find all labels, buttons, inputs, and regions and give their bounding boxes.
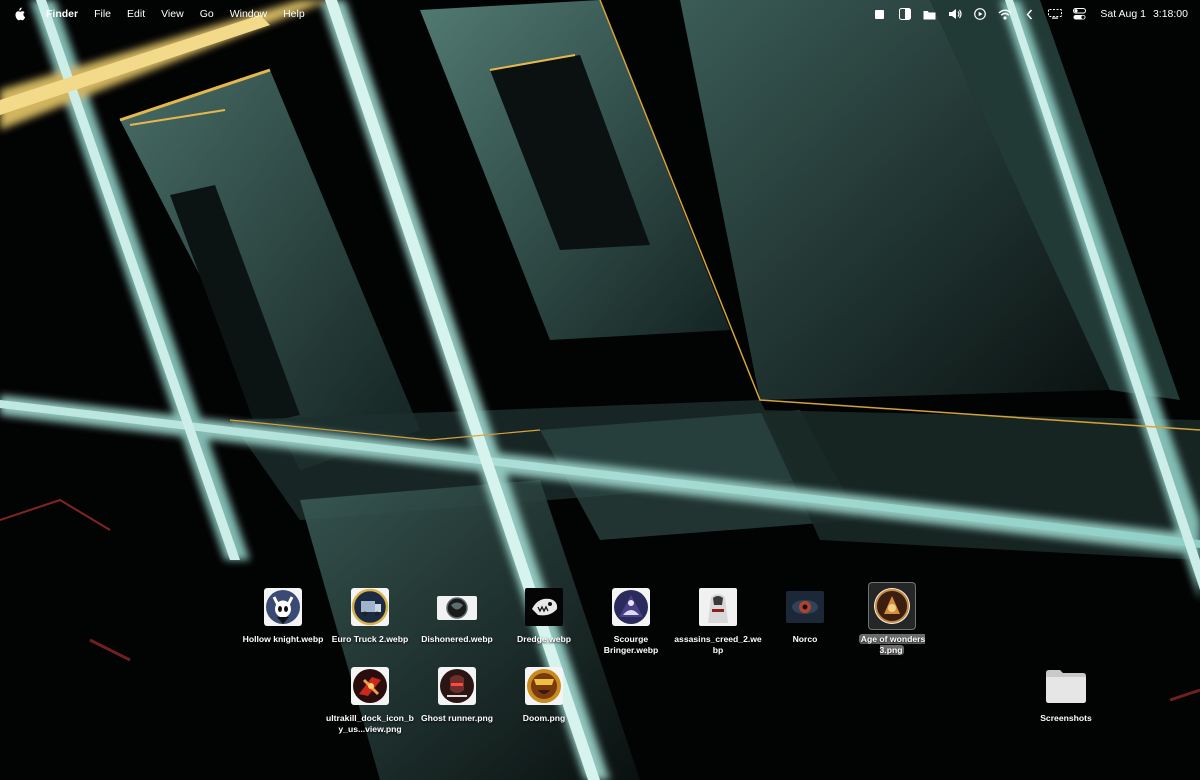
menu-view[interactable]: View xyxy=(153,0,192,28)
sidebar-icon[interactable] xyxy=(892,0,917,28)
desktop-folder-screenshots[interactable]: Screenshots xyxy=(1021,664,1111,724)
file-label: Scourge Bringer.webp xyxy=(603,634,659,655)
desktop-file-scourge-bringer[interactable]: Scourge Bringer.webp xyxy=(586,585,676,656)
file-label: Dishonered.webp xyxy=(421,634,493,644)
desktop-file-euro-truck[interactable]: Euro Truck 2.webp xyxy=(325,585,415,645)
file-label: Doom.png xyxy=(522,713,566,723)
desktop-file-age-of-wonders[interactable]: Age of wonders 3.png xyxy=(847,582,937,656)
menu-clock[interactable]: Sat Aug 1 3:18:00 xyxy=(1092,8,1188,20)
desktop-wallpaper xyxy=(0,0,1200,780)
control-center-icon[interactable] xyxy=(1067,0,1092,28)
dredge-icon xyxy=(522,585,566,629)
play-circle-icon[interactable] xyxy=(967,0,992,28)
folder-icon xyxy=(1044,664,1088,708)
folder-label: Screenshots xyxy=(1040,713,1092,723)
file-label: Dredge.webp xyxy=(517,634,571,644)
folder-icon[interactable] xyxy=(917,0,942,28)
volume-icon[interactable] xyxy=(942,0,967,28)
desktop-file-dredge[interactable]: Dredge.webp xyxy=(499,585,589,645)
desktop-file-ghost-runner[interactable]: Ghost runner.png xyxy=(412,664,502,724)
desktop-file-dishonored[interactable]: Dishonered.webp xyxy=(412,585,502,645)
clock-time: 3:18:00 xyxy=(1152,8,1188,20)
file-label: Euro Truck 2.webp xyxy=(331,634,409,644)
display-icon[interactable] xyxy=(1042,0,1067,28)
age-of-wonders-icon xyxy=(868,582,916,630)
ultrakill-icon xyxy=(348,664,392,708)
wifi-icon[interactable] xyxy=(992,0,1017,28)
norco-icon xyxy=(783,585,827,629)
stop-icon[interactable] xyxy=(867,0,892,28)
scourge-bringer-icon xyxy=(609,585,653,629)
dishonored-icon xyxy=(435,585,479,629)
euro-truck-icon xyxy=(348,585,392,629)
desktop-file-assassins-creed[interactable]: assasins_creed_2.webp xyxy=(673,585,763,656)
file-label: ultrakill_dock_icon_by_us...view.png xyxy=(326,713,414,734)
desktop-file-ultrakill[interactable]: ultrakill_dock_icon_by_us...view.png xyxy=(325,664,415,735)
clock-date: Sat Aug 1 xyxy=(1100,8,1146,20)
desktop-file-norco[interactable]: Norco xyxy=(760,585,850,645)
apple-icon[interactable] xyxy=(0,0,38,28)
desktop-file-hollow-knight[interactable]: Hollow knight.webp xyxy=(238,585,328,645)
file-label: Ghost runner.png xyxy=(420,713,494,723)
chevron-left-icon[interactable] xyxy=(1017,0,1042,28)
menu-file[interactable]: File xyxy=(86,0,119,28)
menu-help[interactable]: Help xyxy=(275,0,313,28)
menu-bar: Finder File Edit View Go Window Help Sat… xyxy=(0,0,1200,28)
assassins-creed-icon xyxy=(696,585,740,629)
menu-go[interactable]: Go xyxy=(192,0,222,28)
file-label: Age of wonders 3.png xyxy=(858,634,926,655)
menu-window[interactable]: Window xyxy=(222,0,275,28)
menu-app-finder[interactable]: Finder xyxy=(38,0,86,28)
menu-edit[interactable]: Edit xyxy=(119,0,153,28)
file-label: Hollow knight.webp xyxy=(242,634,324,644)
ghost-runner-icon xyxy=(435,664,479,708)
desktop-file-doom[interactable]: Doom.png xyxy=(499,664,589,724)
doom-icon xyxy=(522,664,566,708)
hollow-knight-icon xyxy=(261,585,305,629)
file-label: assasins_creed_2.webp xyxy=(674,634,762,655)
file-label: Norco xyxy=(792,634,818,644)
